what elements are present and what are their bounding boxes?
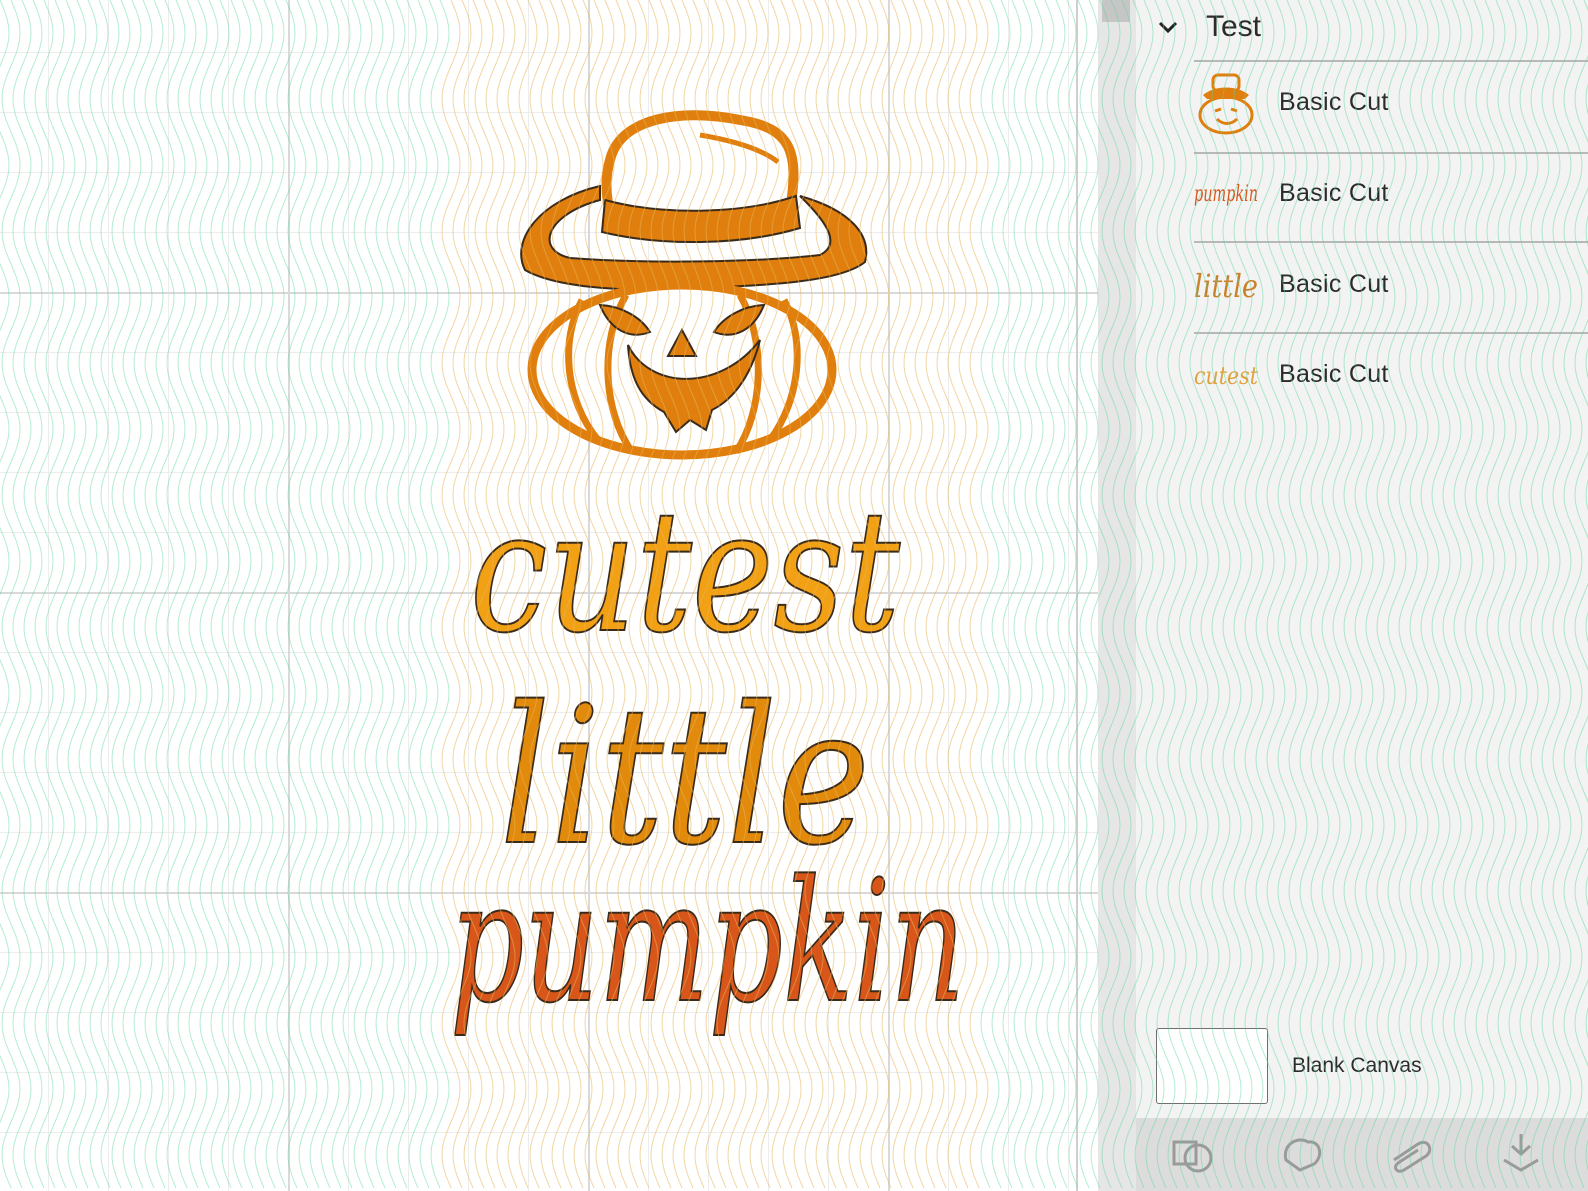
cutest-word-thumbnail-icon: cutest xyxy=(1194,362,1258,390)
panel-scrollbar[interactable] xyxy=(1098,0,1136,1191)
slice-button[interactable] xyxy=(1136,1118,1246,1191)
flatten-icon xyxy=(1503,1134,1539,1172)
layer-row[interactable]: cutest Basic Cut xyxy=(1193,329,1588,419)
blank-canvas-label: Blank Canvas xyxy=(1292,1054,1422,1077)
layer-label: Basic Cut xyxy=(1279,359,1389,388)
layer-group-header[interactable]: Test xyxy=(1156,4,1261,50)
weld-button[interactable] xyxy=(1246,1118,1356,1191)
layer-group-name: Test xyxy=(1206,10,1262,43)
design-artwork[interactable]: cutest little pumpkin xyxy=(0,0,1098,1191)
attach-button[interactable] xyxy=(1356,1118,1466,1191)
layer-row[interactable]: pumpkin Basic Cut xyxy=(1193,148,1588,238)
svg-text:pumpkin: pumpkin xyxy=(1194,182,1258,207)
panel-scrollbar-thumb[interactable] xyxy=(1102,0,1130,22)
pumpkin-with-hat-image[interactable] xyxy=(520,110,868,460)
layer-row[interactable]: little Basic Cut xyxy=(1193,239,1588,329)
slice-icon xyxy=(1172,1140,1213,1173)
layer-thumbnail xyxy=(1193,69,1259,135)
attach-icon xyxy=(1393,1141,1432,1173)
layer-thumbnail: little xyxy=(1193,251,1259,317)
layers-bottom-toolbar xyxy=(1136,1118,1588,1191)
layer-thumbnail: cutest xyxy=(1193,341,1259,407)
svg-text:little: little xyxy=(1194,267,1258,305)
weld-icon xyxy=(1283,1138,1322,1172)
chevron-down-icon[interactable] xyxy=(1156,15,1180,39)
layer-row[interactable]: Basic Cut xyxy=(1193,57,1588,147)
blank-canvas-swatch[interactable] xyxy=(1156,1028,1268,1104)
flatten-button[interactable] xyxy=(1466,1118,1576,1191)
blank-canvas-row[interactable]: Blank Canvas xyxy=(1156,1028,1422,1104)
pumpkin-hat-thumbnail-icon xyxy=(1198,73,1254,135)
layers-panel: Test Basic Cut pumpkin Basic Cut little xyxy=(1098,0,1588,1191)
pumpkin-word[interactable]: pumpkin xyxy=(449,843,966,1041)
layer-thumbnail: pumpkin xyxy=(1193,160,1259,226)
svg-text:cutest: cutest xyxy=(1194,362,1258,390)
layer-label: Basic Cut xyxy=(1279,269,1389,298)
layer-label: Basic Cut xyxy=(1279,87,1389,116)
layer-label: Basic Cut xyxy=(1279,178,1389,207)
little-word-thumbnail-icon: little xyxy=(1194,267,1258,305)
cutest-word[interactable]: cutest xyxy=(469,473,901,671)
design-canvas[interactable]: cutest little pumpkin xyxy=(0,0,1098,1191)
pumpkin-word-thumbnail-icon: pumpkin xyxy=(1194,182,1258,207)
